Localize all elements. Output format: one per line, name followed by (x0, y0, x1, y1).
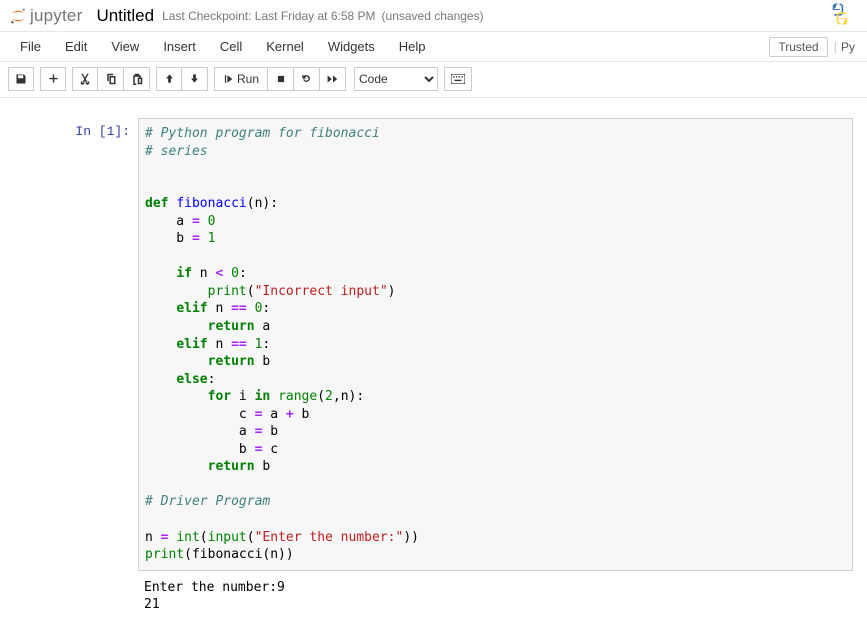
trusted-indicator[interactable]: Trusted (769, 37, 827, 57)
menu-view[interactable]: View (99, 33, 151, 60)
menu-edit[interactable]: Edit (53, 33, 99, 60)
insert-cell-button[interactable] (40, 67, 66, 91)
code-input-area[interactable]: # Python program for fibonacci # series … (138, 118, 853, 571)
fast-forward-icon (327, 74, 339, 84)
output-prompt (62, 571, 138, 577)
cut-icon (79, 73, 91, 85)
plus-icon (48, 73, 59, 84)
jupyter-logo[interactable]: jupyter (8, 6, 82, 26)
menubar: FileEditViewInsertCellKernelWidgetsHelp … (0, 32, 867, 62)
stop-icon (276, 74, 286, 84)
run-button[interactable]: Run (214, 67, 268, 91)
save-icon (15, 73, 27, 85)
code-cell[interactable]: In [1]: # Python program for fibonacci #… (62, 118, 853, 571)
run-button-label: Run (237, 72, 259, 86)
notebook-area[interactable]: In [1]: # Python program for fibonacci #… (0, 98, 867, 628)
menu-help[interactable]: Help (387, 33, 438, 60)
menu-widgets[interactable]: Widgets (316, 33, 387, 60)
paste-button[interactable] (124, 67, 150, 91)
save-button[interactable] (8, 67, 34, 91)
restart-run-all-button[interactable] (320, 67, 346, 91)
move-down-button[interactable] (182, 67, 208, 91)
menu-file[interactable]: File (8, 33, 53, 60)
menubar-items: FileEditViewInsertCellKernelWidgetsHelp (8, 33, 438, 60)
unsaved-text: (unsaved changes) (382, 9, 484, 23)
interrupt-button[interactable] (268, 67, 294, 91)
header: jupyter Untitled Last Checkpoint: Last F… (0, 0, 867, 32)
toolbar: Run CodeMarkdownRaw NBConvertHeading (0, 62, 867, 98)
command-palette-button[interactable] (444, 67, 472, 91)
paste-icon (131, 73, 143, 85)
kernel-name-label[interactable]: Py (837, 38, 859, 56)
checkpoint-text: Last Checkpoint: Last Friday at 6:58 PM (162, 9, 375, 23)
run-icon (223, 74, 233, 84)
input-prompt: In [1]: (62, 118, 138, 139)
move-up-button[interactable] (156, 67, 182, 91)
menu-kernel[interactable]: Kernel (254, 33, 316, 60)
keyboard-icon (451, 74, 465, 84)
jupyter-icon (8, 6, 28, 26)
arrow-down-icon (189, 73, 200, 84)
menu-cell[interactable]: Cell (208, 33, 254, 60)
output-area: Enter the number:9 21 (138, 571, 853, 620)
notebook-title[interactable]: Untitled (96, 6, 154, 26)
code-content[interactable]: # Python program for fibonacci # series … (145, 125, 846, 564)
restart-icon (301, 73, 312, 84)
menu-insert[interactable]: Insert (151, 33, 208, 60)
arrow-up-icon (164, 73, 175, 84)
python-kernel-icon[interactable] (827, 1, 853, 30)
cell-type-select[interactable]: CodeMarkdownRaw NBConvertHeading (354, 67, 438, 91)
output-row: Enter the number:9 21 (62, 571, 853, 620)
cut-button[interactable] (72, 67, 98, 91)
output-text: Enter the number:9 21 (144, 579, 847, 614)
copy-button[interactable] (98, 67, 124, 91)
jupyter-logo-text: jupyter (30, 6, 82, 26)
copy-icon (105, 73, 117, 85)
restart-button[interactable] (294, 67, 320, 91)
